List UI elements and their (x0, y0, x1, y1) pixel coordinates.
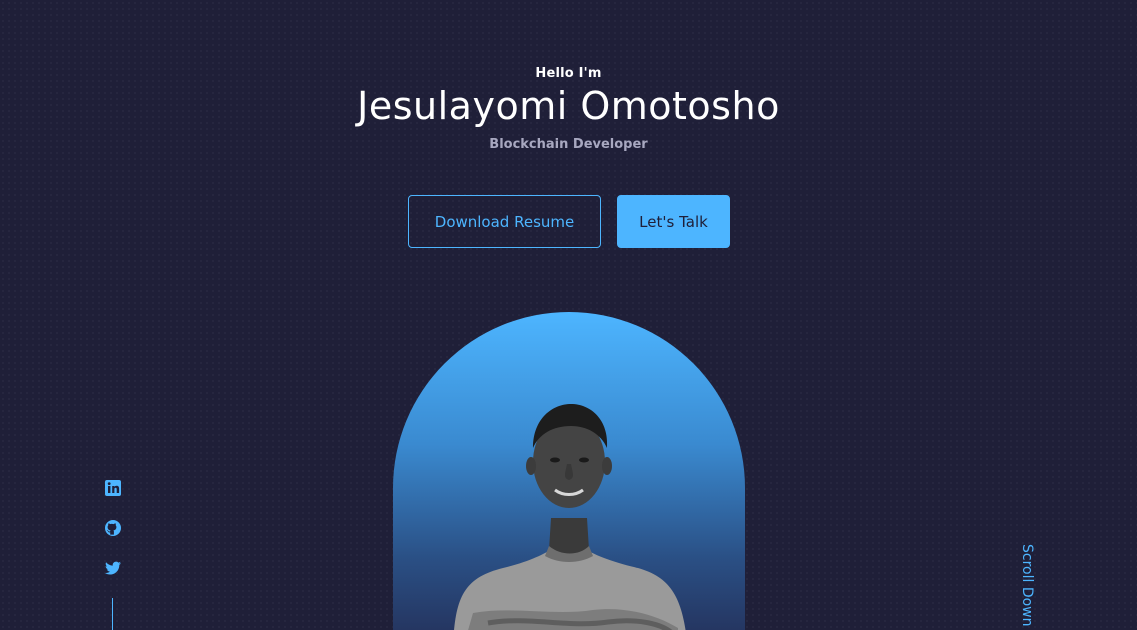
linkedin-link[interactable] (103, 478, 123, 498)
hero-section: Hello I'm Jesulayomi Omotosho Blockchain… (0, 0, 1137, 630)
twitter-icon (105, 561, 121, 575)
download-resume-button[interactable]: Download Resume (408, 195, 601, 248)
portrait-frame (393, 312, 745, 630)
github-icon (105, 520, 121, 536)
page-title: Jesulayomi Omotosho (357, 84, 780, 128)
greeting-text: Hello I'm (535, 66, 602, 81)
social-links (103, 478, 123, 578)
cta-group: Download Resume Let's Talk (408, 195, 730, 248)
social-divider-line (112, 598, 113, 630)
github-link[interactable] (103, 518, 123, 538)
scroll-down-link[interactable]: Scroll Down (1019, 544, 1035, 627)
lets-talk-button[interactable]: Let's Talk (617, 195, 730, 248)
linkedin-icon (105, 480, 121, 496)
role-subtitle: Blockchain Developer (489, 137, 648, 152)
portrait-image (454, 404, 686, 630)
twitter-link[interactable] (103, 558, 123, 578)
